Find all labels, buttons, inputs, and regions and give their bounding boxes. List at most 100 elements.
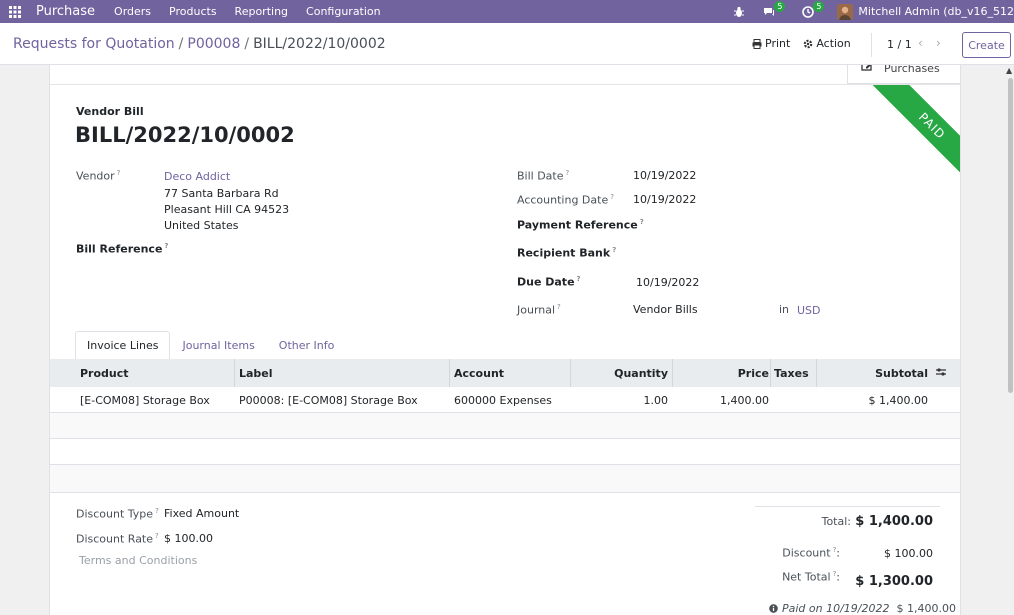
journal-in-text: in [779,303,790,316]
journal-value[interactable]: Vendor Bills [633,303,698,316]
scrollbar-thumb[interactable] [1008,78,1013,393]
apps-menu-icon[interactable] [0,0,30,23]
paid-ribbon: PAID [842,85,960,195]
column-divider [234,359,235,387]
cell-product: [E-COM08] Storage Box [80,394,210,407]
print-label: Print [765,37,791,50]
column-divider [816,359,817,387]
recipient-bank-label: Recipient Bank? [517,246,617,260]
discount-type-value[interactable]: Fixed Amount [164,507,239,520]
messages-badge: 5 [774,0,786,12]
column-product[interactable]: Product [80,367,129,380]
paid-on-text: Paid on 10/19/2022 [782,602,890,615]
due-date-label: Due Date? [517,275,581,289]
column-divider [570,359,571,387]
column-price[interactable]: Price [738,367,769,380]
tab-journal-items[interactable]: Journal Items [170,331,266,359]
bill-reference-label: Bill Reference? [76,242,169,256]
vendor-address-line: United States [164,219,239,232]
currency-value[interactable]: USD [797,304,821,317]
cell-label: P00008: [E-COM08] Storage Box [239,394,418,407]
control-panel: Requests for Quotation / P00008/BILL/2022/… [0,23,1014,65]
breadcrumb-separator: / [244,36,250,52]
app-brand[interactable]: Purchase [36,4,95,19]
cell-price: 1,400.00 [720,394,769,407]
breadcrumb-po[interactable]: P00008 [187,36,240,52]
breadcrumb-current: BILL/2022/10/0002 [253,36,386,52]
bill-date-value[interactable]: 10/19/2022 [633,169,696,182]
purchases-label: Purchases [884,65,940,75]
tab-invoice-lines[interactable]: Invoice Lines [75,331,171,359]
info-icon[interactable] [769,604,778,613]
paid-amount: $ 1,400.00 [896,602,956,615]
column-account[interactable]: Account [454,367,504,380]
notebook-tabs: Invoice Lines Journal Items Other Info [75,331,346,359]
print-icon [752,38,762,49]
menu-configuration[interactable]: Configuration [306,5,381,18]
cell-quantity: 1.00 [643,394,669,407]
net-total-label: Net Total?: [782,570,840,584]
table-bottom-divider [50,492,960,493]
accounting-date-value[interactable]: 10/19/2022 [633,193,696,206]
pager-previous-icon[interactable]: ‹ [918,36,923,50]
table-row[interactable]: [E-COM08] Storage Box P00008: [E-COM08] … [50,387,960,413]
top-navbar: Purchase Orders Products Reporting Confi… [0,0,1014,23]
user-menu[interactable]: Mitchell Admin (db_v16_512 [858,5,1014,18]
totals-divider [755,506,940,507]
activities-clock-icon[interactable]: 5 [802,0,825,18]
discount-label: Discount?: [782,546,840,560]
empty-row [50,465,960,492]
debug-bug-icon[interactable] [733,6,745,18]
paid-ribbon-label: PAID [866,85,960,192]
optional-columns-toggle-icon[interactable] [935,366,947,381]
pager-divider [871,33,872,57]
cell-subtotal: $ 1,400.00 [868,394,928,407]
column-subtotal[interactable]: Subtotal [875,367,928,380]
print-button[interactable]: Print [752,37,790,50]
create-button[interactable]: Create [962,32,1011,58]
user-avatar[interactable] [837,3,854,20]
discount-value: $ 100.00 [884,547,933,560]
breadcrumb-rfq[interactable]: Requests for Quotation [13,36,175,52]
gear-icon [804,39,813,48]
breadcrumb-separator: / [178,36,184,52]
document-type: Vendor Bill [76,105,144,118]
terms-and-conditions-field[interactable]: Terms and Conditions [79,554,197,567]
due-date-value[interactable]: 10/19/2022 [636,276,699,289]
edit-icon [861,65,872,71]
net-total-value: $ 1,300.00 [855,574,933,589]
empty-row [50,439,960,465]
action-button[interactable]: Action [803,37,851,50]
messages-icon[interactable]: 5 [763,0,786,18]
action-label: Action [816,37,851,50]
vendor-label: Vendor? [76,169,121,183]
pager-next-icon[interactable]: › [936,36,941,50]
menu-products[interactable]: Products [169,5,217,18]
document-name: BILL/2022/10/0002 [75,123,295,147]
button-box-divider [50,84,960,85]
form-sheet: Purchases PAID Vendor Bill BILL/2022/10/… [49,65,961,615]
vendor-name[interactable]: Deco Addict [164,170,230,183]
tab-other-info[interactable]: Other Info [267,331,347,359]
cell-account: 600000 Expenses [454,394,552,407]
lines-table-header: Product Label Account Quantity Price Tax… [50,359,960,387]
journal-label: Journal? [517,303,561,317]
discount-rate-value[interactable]: $ 100.00 [164,532,213,545]
column-divider [449,359,450,387]
menu-reporting[interactable]: Reporting [235,5,288,18]
column-divider [770,359,771,387]
purchases-smart-button[interactable]: Purchases [847,65,960,84]
pager-value[interactable]: 1 / 1 [887,38,912,51]
column-label[interactable]: Label [239,367,273,380]
column-taxes[interactable]: Taxes [774,367,809,380]
scroll-up-arrow-icon[interactable]: ▲ [1006,66,1012,75]
payment-line[interactable]: Paid on 10/19/2022 $ 1,400.00 [769,602,956,615]
activities-badge: 5 [813,0,825,12]
vendor-address-line: 77 Santa Barbara Rd [164,187,279,200]
empty-row [50,413,960,439]
accounting-date-label: Accounting Date? [517,193,614,207]
total-label: Total: [821,515,851,528]
column-quantity[interactable]: Quantity [614,367,668,380]
total-value: $ 1,400.00 [855,514,933,529]
menu-orders[interactable]: Orders [114,5,151,18]
